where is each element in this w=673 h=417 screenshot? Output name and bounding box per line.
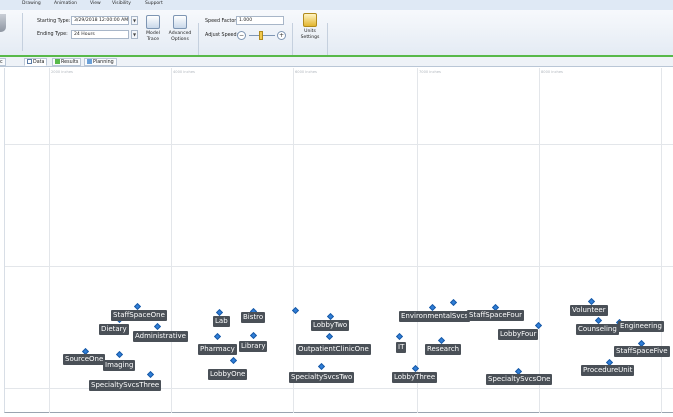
starting-type-field[interactable]: 3/29/2018 12:00:00 AM bbox=[71, 16, 129, 25]
tab-data[interactable]: Data bbox=[24, 58, 48, 66]
node-label[interactable]: Library bbox=[239, 341, 268, 352]
node-marker[interactable] bbox=[325, 332, 334, 341]
ruler-icon bbox=[303, 13, 317, 27]
shield-icon[interactable] bbox=[0, 14, 6, 32]
planning-icon bbox=[87, 59, 92, 64]
speed-slider-thumb[interactable] bbox=[259, 31, 263, 40]
node-marker[interactable] bbox=[317, 362, 326, 371]
ruler-label: 6000 inches bbox=[295, 70, 317, 74]
node-label[interactable]: StaffSpaceFive bbox=[614, 346, 670, 357]
view-tab-bar: c Data Results Planning bbox=[0, 57, 673, 67]
ruler-label: 2000 inches bbox=[51, 70, 73, 74]
options-icon bbox=[173, 15, 187, 29]
chart-icon bbox=[55, 59, 60, 64]
node-label[interactable]: LobbyFour bbox=[498, 329, 539, 340]
node-label[interactable]: Imaging bbox=[103, 360, 136, 371]
adjust-speed-label: Adjust Speed: bbox=[205, 33, 239, 38]
node-marker[interactable] bbox=[213, 332, 222, 341]
tab-results[interactable]: Results bbox=[52, 58, 82, 66]
chevron-down-icon[interactable]: ▼ bbox=[131, 30, 138, 39]
ribbon-tab-support[interactable]: Support bbox=[145, 1, 163, 6]
node-label[interactable]: SpecialtySvcsTwo bbox=[289, 372, 355, 383]
node-marker[interactable] bbox=[326, 312, 335, 321]
node-marker[interactable] bbox=[153, 322, 162, 331]
units-settings-button[interactable]: Units Settings bbox=[296, 13, 324, 40]
node-marker[interactable] bbox=[437, 336, 446, 345]
ruler-label: 7000 inches bbox=[419, 70, 441, 74]
node-marker[interactable] bbox=[133, 302, 142, 311]
node-marker[interactable] bbox=[587, 297, 596, 306]
node-label[interactable]: Engineering bbox=[618, 321, 664, 332]
tab-partial[interactable]: c bbox=[0, 58, 6, 66]
node-label[interactable]: OutpatientClinicOne bbox=[296, 344, 371, 355]
ribbon-tab-animation[interactable]: Animation bbox=[54, 1, 77, 6]
ribbon-tab-visibility[interactable]: Visibility bbox=[112, 1, 131, 6]
starting-type-label: Starting Type: bbox=[37, 19, 71, 24]
node-marker[interactable] bbox=[449, 298, 458, 307]
node-marker[interactable] bbox=[534, 321, 543, 330]
node-marker[interactable] bbox=[395, 332, 404, 341]
node-label[interactable]: SpecialtySvcsThree bbox=[89, 380, 162, 391]
node-marker[interactable] bbox=[229, 356, 238, 365]
node-marker[interactable] bbox=[115, 350, 124, 359]
node-label[interactable]: LobbyOne bbox=[208, 369, 248, 380]
node-marker[interactable] bbox=[594, 316, 603, 325]
ribbon-tab-bar: Drawing Animation View Visibility Suppor… bbox=[0, 0, 673, 10]
node-marker[interactable] bbox=[146, 370, 155, 379]
node-label[interactable]: Counseling bbox=[576, 324, 619, 335]
node-label[interactable]: EnvironmentalSvcs bbox=[399, 311, 471, 322]
node-label[interactable]: StaffSpaceOne bbox=[111, 310, 167, 321]
node-label[interactable]: SourceOne bbox=[63, 354, 106, 365]
node-label[interactable]: LobbyThree bbox=[392, 372, 438, 383]
node-label[interactable]: Dietary bbox=[99, 324, 129, 335]
advanced-options-button[interactable]: Advanced Options bbox=[166, 15, 194, 42]
node-label[interactable]: IT bbox=[396, 342, 407, 353]
node-label[interactable]: ProcedureUnit bbox=[581, 365, 635, 376]
table-icon bbox=[27, 59, 32, 64]
speed-factor-field[interactable]: 1.000 bbox=[236, 16, 284, 25]
node-label[interactable]: Bistro bbox=[241, 312, 266, 323]
node-marker[interactable] bbox=[428, 303, 437, 312]
ending-type-field[interactable]: 24 Hours bbox=[71, 30, 129, 39]
node-label[interactable]: Research bbox=[425, 344, 462, 355]
ruler-label: 8000 inches bbox=[541, 70, 563, 74]
ribbon-tab-drawing[interactable]: Drawing bbox=[22, 1, 41, 6]
speed-factor-label: Speed Factor: bbox=[205, 19, 238, 24]
node-label[interactable]: Pharmacy bbox=[198, 344, 237, 355]
node-marker[interactable] bbox=[249, 331, 258, 340]
node-label[interactable]: StaffSpaceFour bbox=[467, 310, 525, 321]
node-label[interactable]: SpecialtySvcsOne bbox=[486, 374, 553, 385]
speed-decrease-button[interactable]: − bbox=[237, 31, 246, 40]
node-label[interactable]: Lab bbox=[213, 316, 230, 327]
tab-planning[interactable]: Planning bbox=[84, 58, 117, 66]
node-label[interactable]: Administrative bbox=[133, 331, 188, 342]
ribbon-tab-view[interactable]: View bbox=[90, 1, 101, 6]
trace-icon bbox=[146, 15, 160, 29]
model-trace-button[interactable]: Model Trace bbox=[142, 15, 164, 42]
speed-increase-button[interactable]: + bbox=[277, 31, 286, 40]
ribbon: Starting Type: 3/29/2018 12:00:00 AM ▼ E… bbox=[0, 10, 673, 61]
node-marker[interactable] bbox=[215, 308, 224, 317]
layout-canvas[interactable]: 2000 inches 4000 inches 6000 inches 7000… bbox=[4, 68, 673, 413]
ruler-label: 4000 inches bbox=[173, 70, 195, 74]
chevron-down-icon[interactable]: ▼ bbox=[131, 16, 138, 25]
ending-type-label: Ending Type: bbox=[37, 32, 68, 37]
node-label[interactable]: LobbyTwo bbox=[311, 320, 350, 331]
node-label[interactable]: Volunteer bbox=[570, 305, 608, 316]
